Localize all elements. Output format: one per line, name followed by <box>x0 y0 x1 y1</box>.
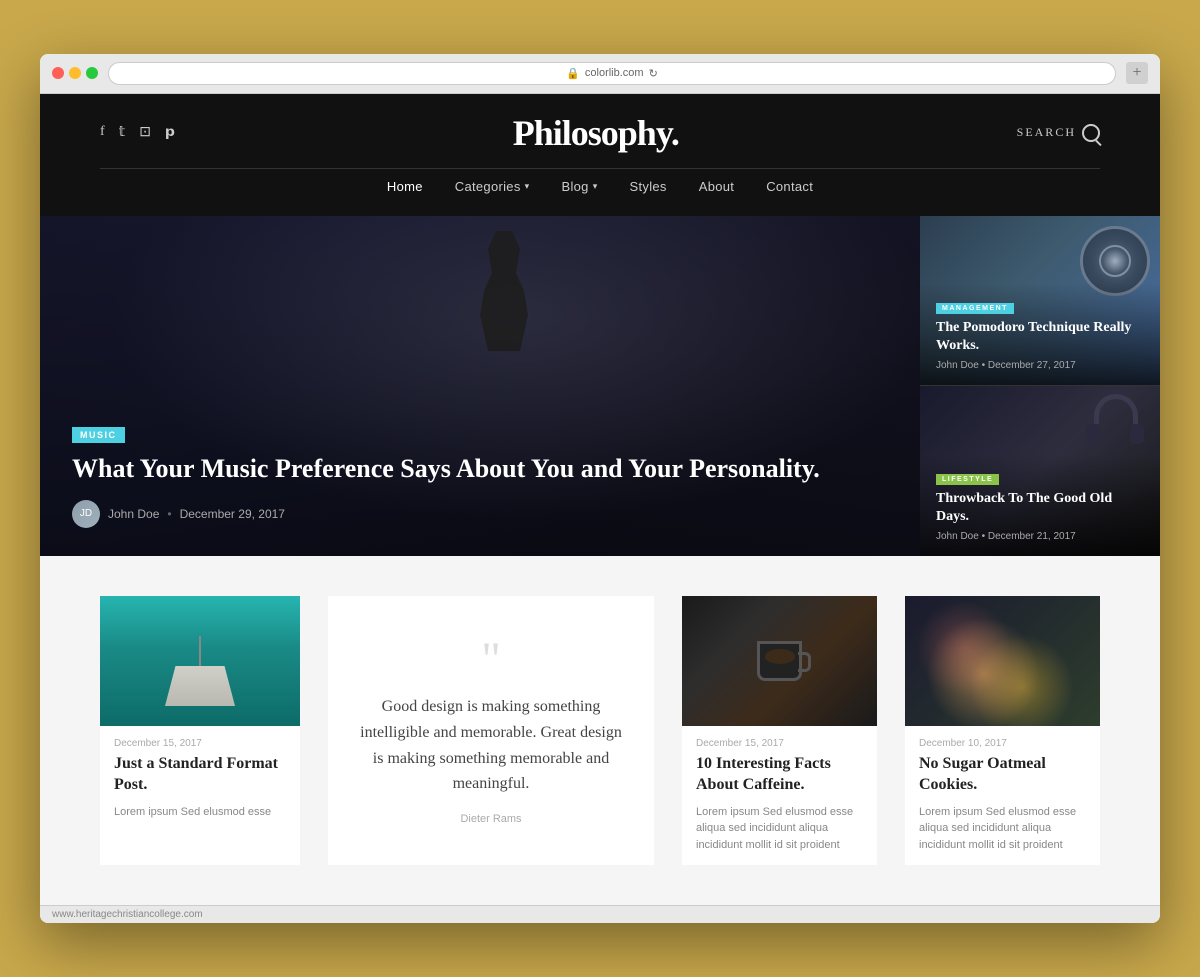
post-caffeine-excerpt: Lorem ipsum Sed elusmod esse aliqua sed … <box>696 804 863 854</box>
coffee-image-container <box>682 596 877 726</box>
quote-text: Good design is making something intellig… <box>356 694 626 796</box>
post-caffeine-title: 10 Interesting Facts About Caffeine. <box>696 754 863 796</box>
nav-item-styles[interactable]: Styles <box>630 179 667 194</box>
search-area[interactable]: SEARCH <box>1017 124 1100 142</box>
quote-card: " Good design is making something intell… <box>328 596 654 865</box>
hero-side-cards: MANAGEMENT The Pomodoro Technique Really… <box>920 216 1160 556</box>
site-header: f 𝕥 ⊡ 𝗽 Philosophy. SEARCH Home Categori… <box>40 94 1160 216</box>
main-content: December 15, 2017 Just a Standard Format… <box>40 556 1160 905</box>
nav-item-blog[interactable]: Blog ▾ <box>561 179 597 194</box>
author-avatar: JD <box>72 500 100 528</box>
post-card-lamp[interactable]: December 15, 2017 Just a Standard Format… <box>100 596 300 865</box>
hero-author-name: John Doe <box>108 507 159 521</box>
management-article-meta: John Doe • December 27, 2017 <box>936 360 1144 371</box>
post-caffeine-date: December 15, 2017 <box>696 738 863 749</box>
post-lamp-title: Just a Standard Format Post. <box>114 754 286 796</box>
instagram-icon[interactable]: ⊡ <box>139 124 151 141</box>
lifestyle-date: December 21, 2017 <box>988 531 1076 542</box>
lifestyle-article-title: Throwback To The Good Old Days. <box>936 490 1144 526</box>
management-date: December 27, 2017 <box>988 360 1076 371</box>
post-cookies-title: No Sugar Oatmeal Cookies. <box>919 754 1086 796</box>
browser-statusbar: www.heritagechristiancollege.com <box>40 905 1160 923</box>
nav-item-home[interactable]: Home <box>387 179 423 194</box>
hero-category-badge[interactable]: MUSIC <box>72 427 125 443</box>
quote-author: Dieter Rams <box>460 813 521 825</box>
hero-author-area: JD John Doe • December 29, 2017 <box>72 500 888 528</box>
hero-title: What Your Music Preference Says About Yo… <box>72 453 888 484</box>
site-title[interactable]: Philosophy. <box>513 112 679 154</box>
social-icons: f 𝕥 ⊡ 𝗽 <box>100 124 175 141</box>
status-url: www.heritagechristiancollege.com <box>52 909 203 920</box>
nav-item-about[interactable]: About <box>699 179 734 194</box>
reload-icon[interactable]: ↻ <box>649 67 658 80</box>
post-card-caffeine[interactable]: December 15, 2017 10 Interesting Facts A… <box>682 596 877 865</box>
quote-mark: " <box>481 636 501 684</box>
new-tab-button[interactable]: + <box>1126 62 1148 84</box>
browser-dots <box>52 67 98 79</box>
hero-main-background: MUSIC What Your Music Preference Says Ab… <box>40 216 920 556</box>
minimize-dot[interactable] <box>69 67 81 79</box>
site-nav: Home Categories ▾ Blog ▾ Styles About Co… <box>100 168 1100 198</box>
side-card-lifestyle-overlay: LIFESTYLE Throwback To The Good Old Days… <box>920 454 1160 556</box>
post-card-caffeine-body: December 15, 2017 10 Interesting Facts A… <box>682 726 877 865</box>
lifestyle-article-meta: John Doe • December 21, 2017 <box>936 531 1144 542</box>
content-grid: December 15, 2017 Just a Standard Format… <box>100 596 1100 865</box>
lamp-illustration <box>165 636 235 706</box>
management-badge: MANAGEMENT <box>936 303 1014 314</box>
management-author: John Doe <box>936 360 979 371</box>
post-card-cookies-body: December 10, 2017 No Sugar Oatmeal Cooki… <box>905 726 1100 865</box>
side-card-management[interactable]: MANAGEMENT The Pomodoro Technique Really… <box>920 216 1160 386</box>
lifestyle-author: John Doe <box>936 531 979 542</box>
category-label: MUSIC <box>80 430 117 440</box>
lock-icon: 🔒 <box>566 67 580 80</box>
nav-item-contact[interactable]: Contact <box>766 179 813 194</box>
lamp-shade <box>165 666 235 706</box>
address-bar[interactable]: 🔒 colorlib.com ↻ <box>108 62 1116 85</box>
coffee-cup-illustration <box>757 641 802 681</box>
pinterest-icon[interactable]: 𝗽 <box>165 124 175 141</box>
twitter-icon[interactable]: 𝕥 <box>119 124 126 141</box>
post-cookies-excerpt: Lorem ipsum Sed elusmod esse aliqua sed … <box>919 804 1086 854</box>
post-card-cookies[interactable]: December 10, 2017 No Sugar Oatmeal Cooki… <box>905 596 1100 865</box>
header-top: f 𝕥 ⊡ 𝗽 Philosophy. SEARCH <box>100 112 1100 154</box>
search-label: SEARCH <box>1017 125 1076 140</box>
cookies-image-container <box>905 596 1100 726</box>
hero-section: MUSIC What Your Music Preference Says Ab… <box>40 216 1160 556</box>
post-lamp-excerpt: Lorem ipsum Sed elusmod esse <box>114 804 286 821</box>
management-article-title: The Pomodoro Technique Really Works. <box>936 319 1144 355</box>
search-icon[interactable] <box>1082 124 1100 142</box>
browser-window: 🔒 colorlib.com ↻ + f 𝕥 ⊡ 𝗽 Philosophy. S… <box>40 54 1160 923</box>
address-text: colorlib.com <box>585 67 644 79</box>
hero-article-date: December 29, 2017 <box>180 507 285 521</box>
post-lamp-date: December 15, 2017 <box>114 738 286 749</box>
hero-main-article[interactable]: MUSIC What Your Music Preference Says Ab… <box>40 216 920 556</box>
close-dot[interactable] <box>52 67 64 79</box>
nav-item-categories[interactable]: Categories ▾ <box>455 179 530 194</box>
flowers-illustration <box>905 596 1100 726</box>
lifestyle-badge: LIFESTYLE <box>936 474 999 485</box>
browser-chrome: 🔒 colorlib.com ↻ + <box>40 54 1160 94</box>
maximize-dot[interactable] <box>86 67 98 79</box>
lamp-image-container <box>100 596 300 726</box>
blog-arrow: ▾ <box>593 181 598 192</box>
categories-arrow: ▾ <box>525 181 530 192</box>
side-card-management-overlay: MANAGEMENT The Pomodoro Technique Really… <box>920 283 1160 385</box>
headphone-image <box>1086 394 1146 444</box>
lamp-cord <box>199 636 201 666</box>
post-card-lamp-body: December 15, 2017 Just a Standard Format… <box>100 726 300 832</box>
author-dot: • <box>167 507 171 521</box>
post-cookies-date: December 10, 2017 <box>919 738 1086 749</box>
facebook-icon[interactable]: f <box>100 124 105 141</box>
side-card-lifestyle[interactable]: LIFESTYLE Throwback To The Good Old Days… <box>920 385 1160 556</box>
